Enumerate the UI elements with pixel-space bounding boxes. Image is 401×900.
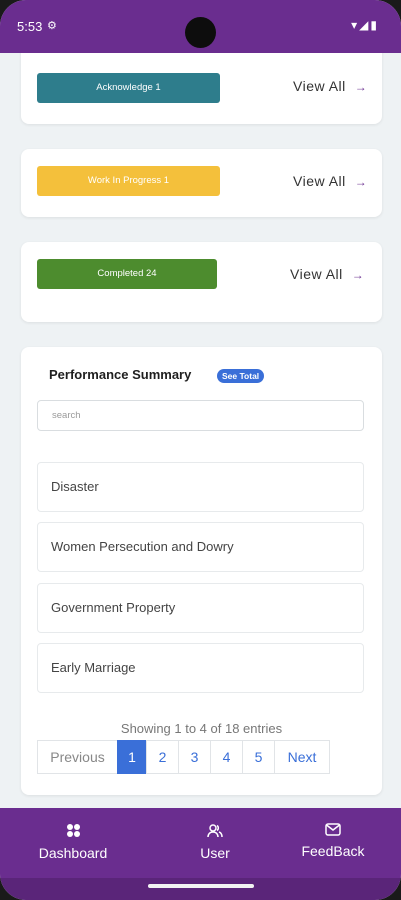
users-icon	[196, 823, 234, 841]
envelope-icon	[299, 823, 367, 839]
wifi-icon: ▾	[351, 18, 360, 32]
status-icons: ▾◢▮	[351, 18, 379, 32]
signal-icon: ◢	[359, 18, 371, 32]
nav-user-label: User	[200, 845, 230, 861]
list-item[interactable]: Government Property	[37, 583, 364, 633]
gesture-area	[0, 878, 401, 900]
scroll-content[interactable]: Acknowledge 1 View All → Work In Progress…	[0, 53, 401, 808]
list-item[interactable]: Early Marriage	[37, 643, 364, 693]
pagination: Previous 1 2 3 4 5 Next	[37, 740, 330, 774]
phone-screen: 5:53 ⚙ ▾◢▮ Acknowledge 1 View All → Work …	[0, 0, 401, 900]
bottom-navigation: Dashboard User FeedBack	[0, 808, 401, 878]
nav-dashboard[interactable]: Dashboard	[34, 823, 112, 863]
page-5-button[interactable]: 5	[242, 740, 275, 774]
gear-icon: ⚙	[47, 20, 57, 32]
arrow-right-icon: →	[351, 268, 365, 282]
page-4-button[interactable]: 4	[210, 740, 243, 774]
status-time: 5:53	[17, 19, 43, 34]
work-in-progress-badge: Work In Progress 1	[37, 166, 220, 196]
work-in-progress-card: Work In Progress 1 View All →	[21, 149, 382, 217]
performance-summary-card: Performance Summary See Total Disaster W…	[21, 347, 382, 795]
view-all-label: View All	[293, 78, 346, 94]
dashboard-grid-icon	[34, 823, 112, 841]
nav-dashboard-label: Dashboard	[38, 845, 108, 861]
completed-badge: Completed 24	[37, 259, 217, 289]
previous-page-button[interactable]: Previous	[37, 740, 118, 774]
entries-info: Showing 1 to 4 of 18 entries	[120, 721, 283, 736]
next-page-button[interactable]: Next	[274, 740, 330, 774]
status-bar: 5:53 ⚙ ▾◢▮	[0, 0, 401, 53]
list-item[interactable]: Women Persecution and Dowry	[37, 522, 364, 572]
arrow-right-icon: →	[354, 175, 368, 189]
nav-user[interactable]: User	[196, 823, 234, 863]
completed-card: Completed 24 View All →	[21, 242, 382, 322]
acknowledge-view-all[interactable]: View All →	[293, 78, 367, 94]
page-2-button[interactable]: 2	[146, 740, 179, 774]
acknowledge-badge: Acknowledge 1	[37, 73, 220, 103]
home-gesture-bar[interactable]	[148, 884, 254, 888]
list-item[interactable]: Disaster	[37, 462, 364, 512]
view-all-label: View All	[290, 266, 343, 282]
search-input[interactable]	[37, 400, 364, 431]
page-3-button[interactable]: 3	[178, 740, 211, 774]
battery-icon: ▮	[370, 18, 379, 32]
nav-feedback-label: FeedBack	[301, 843, 365, 859]
performance-summary-title: Performance Summary	[49, 367, 192, 382]
view-all-label: View All	[293, 173, 346, 189]
work-in-progress-view-all[interactable]: View All →	[293, 173, 367, 189]
arrow-right-icon: →	[354, 80, 368, 94]
acknowledge-card: Acknowledge 1 View All →	[21, 53, 382, 124]
camera-cutout	[185, 17, 216, 48]
nav-feedback[interactable]: FeedBack	[299, 823, 367, 861]
see-total-button[interactable]: See Total	[217, 369, 265, 383]
page-1-button[interactable]: 1	[117, 740, 147, 774]
completed-view-all[interactable]: View All →	[290, 266, 364, 282]
